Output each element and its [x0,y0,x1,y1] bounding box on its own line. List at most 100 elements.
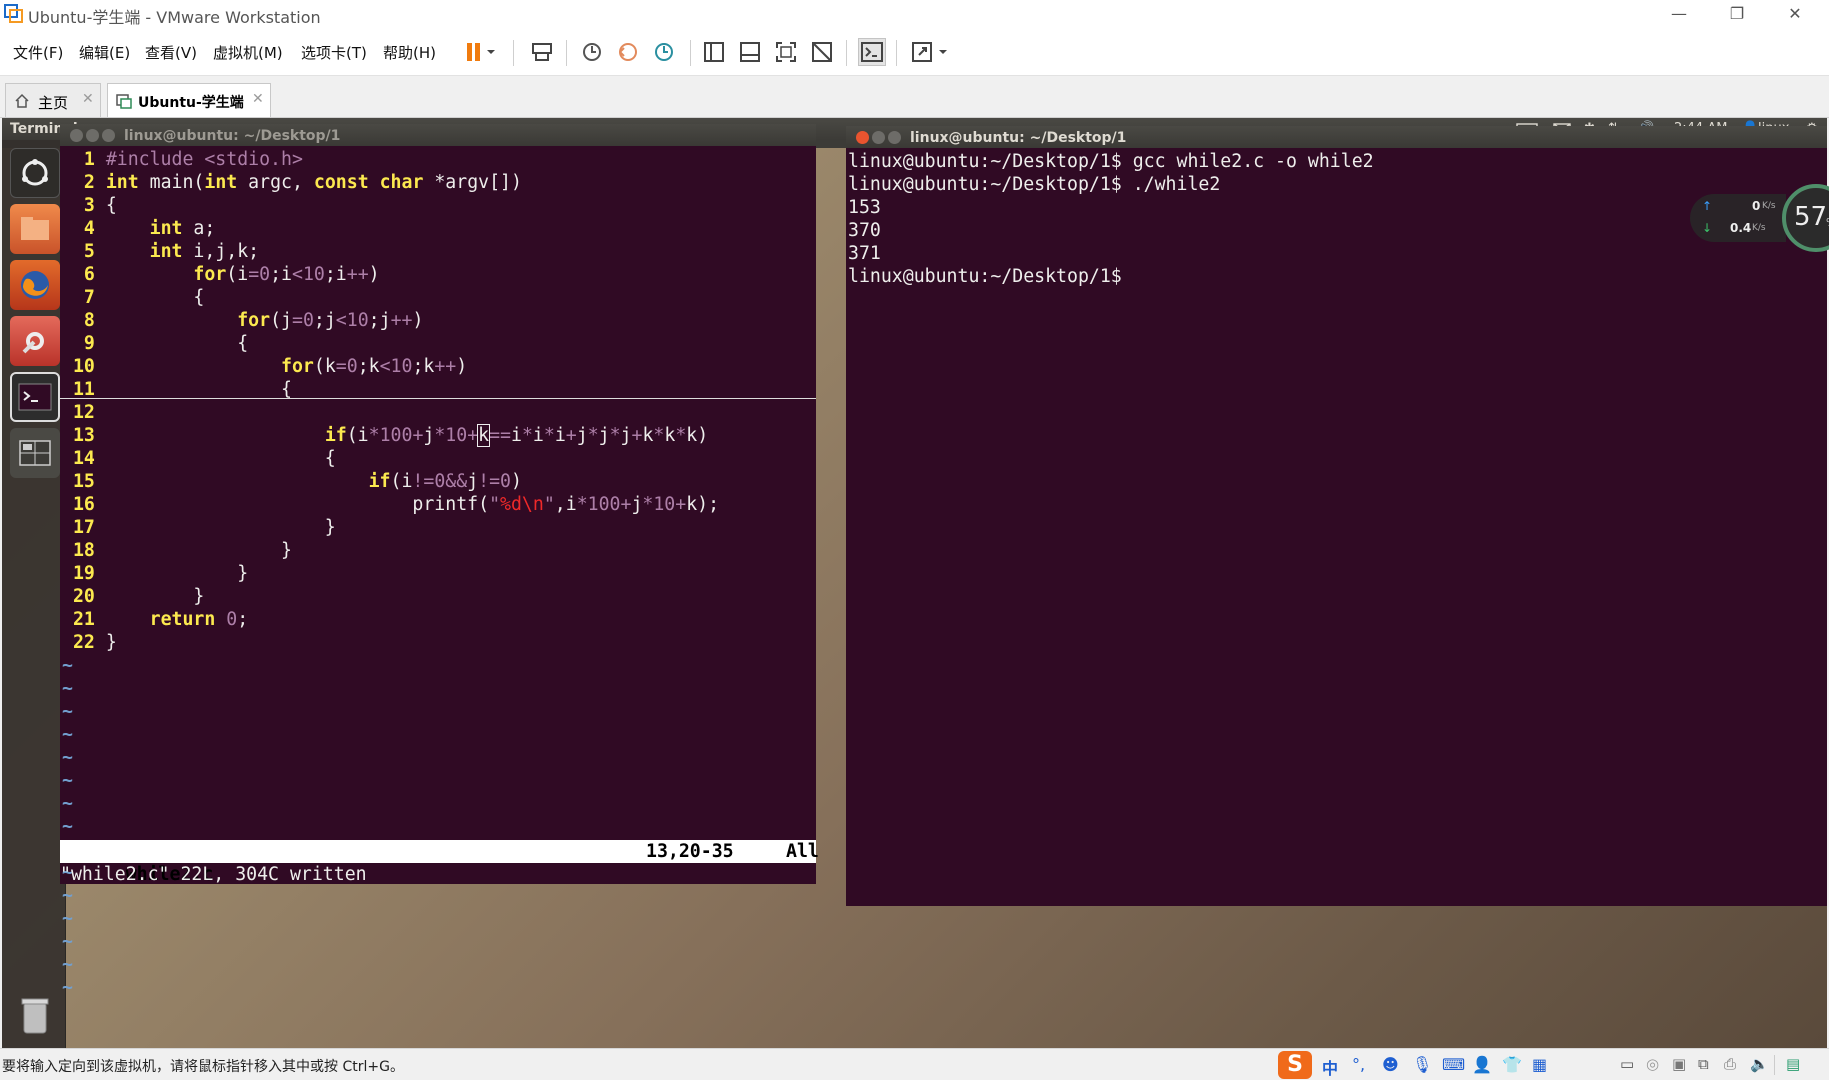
minimize-button[interactable]: — [1656,0,1702,28]
minimize-icon[interactable] [86,129,99,142]
cd-dvd-icon[interactable]: ◎ [1646,1055,1666,1075]
thumbnail-bar-icon[interactable] [736,38,764,66]
maximize-icon[interactable] [888,131,901,144]
vim-message: "while2.c" 22L, 304C written [60,864,367,885]
stretch-guest-icon[interactable] [908,38,936,66]
send-ctrl-alt-del-icon[interactable] [528,38,556,66]
vmware-status-bar: 要将输入定向到该虚拟机，请将鼠标指针移入其中或按 Ctrl+G。 S 中 °, … [0,1048,1829,1080]
snapshot-icon[interactable] [578,38,606,66]
status-all: All [786,841,819,862]
tab-close-icon[interactable]: ✕ [252,91,264,107]
guest-screen[interactable]: Terminal ✱ ⇅ 🔊 2:44 AM 👤 linux ⚙ [2,118,1827,1048]
soft-keyboard-icon[interactable]: ⌨ [1442,1055,1465,1075]
full-screen-icon[interactable] [772,38,800,66]
download-arrow-icon: ↓ [1702,221,1713,235]
show-library-icon[interactable] [700,38,728,66]
shell-line: linux@ubuntu:~/Desktop/1$ gcc while2.c -… [848,151,1374,172]
shell-line: linux@ubuntu:~/Desktop/1$ [848,266,1122,287]
snapshot-manager-icon[interactable] [650,38,678,66]
status-separator [1774,1055,1775,1075]
terminal-title: linux@ubuntu: ~/Desktop/1 [910,130,1127,146]
vmware-logo-icon [4,4,23,23]
system-settings-icon[interactable] [10,316,60,366]
menu-view[interactable]: 查看(V) [145,42,197,63]
unity-launcher [2,140,66,1048]
shell-output[interactable]: linux@ubuntu:~/Desktop/1$ gcc while2.c -… [848,150,1374,288]
dash-home-icon[interactable] [10,148,60,198]
cursorline [60,398,816,399]
vim-terminal-window[interactable]: linux@ubuntu: ~/Desktop/1 1 #include <st… [60,124,819,998]
menu-tabs[interactable]: 选项卡(T) [301,42,367,63]
toolbar-separator [566,40,567,66]
status-position: 13,20-35 [646,841,734,862]
download-unit: K/s [1752,223,1766,233]
terminal-title: linux@ubuntu: ~/Desktop/1 [124,128,341,144]
shell-line: 371 [848,243,881,264]
chevron-down-icon[interactable] [936,38,950,66]
menu-help[interactable]: 帮助(H) [383,42,436,63]
vim-statusline: while2.c 13,20-35 All [60,840,819,885]
menu-toolbar: 文件(F) 编辑(E) 查看(V) 虚拟机(M) 选项卡(T) 帮助(H) [0,28,1829,76]
window-title: Ubuntu-学生端 - VMware Workstation [28,8,321,27]
close-button[interactable]: ✕ [1772,0,1818,28]
toolbar-separator [896,40,897,66]
sound-card-icon[interactable]: 🔈 [1750,1055,1770,1075]
skin-icon[interactable]: 👕 [1502,1055,1522,1075]
chevron-down-icon[interactable] [484,38,498,66]
sogou-ime-icon[interactable]: S [1278,1051,1312,1079]
usage-ring[interactable]: 57 % [1782,184,1829,252]
punctuation-icon[interactable]: °, [1352,1055,1372,1075]
toolbox-icon[interactable]: ▦ [1532,1055,1552,1075]
shell-line: 370 [848,220,881,241]
emoji-icon[interactable]: ☻ [1382,1055,1402,1075]
shell-line: linux@ubuntu:~/Desktop/1$ ./while2 [848,174,1221,195]
menu-vm[interactable]: 虚拟机(M) [213,42,283,63]
files-icon[interactable] [10,204,60,254]
tab-home-label: 主页 [38,94,69,112]
hard-disk-icon[interactable]: ▭ [1620,1055,1640,1075]
title-bar: Ubuntu-学生端 - VMware Workstation — ❐ ✕ [0,0,1829,28]
status-message: 要将输入定向到该虚拟机，请将鼠标指针移入其中或按 Ctrl+G。 [2,1059,404,1075]
unity-mode-icon[interactable] [808,38,836,66]
console-view-icon[interactable] [858,38,886,66]
message-log-icon[interactable]: ▤ [1786,1055,1806,1075]
network-adapter-icon[interactable]: ⧉ [1698,1055,1718,1075]
tab-bar: 主页 ✕ Ubuntu-学生端 ✕ [0,77,1829,118]
network-speed-widget[interactable]: ↑ 0 K/s ↓ 0.4 K/s 57 % [1690,180,1829,252]
tab-ubuntu[interactable]: Ubuntu-学生端 ✕ [107,83,271,117]
minimize-icon[interactable] [872,131,885,144]
shell-terminal-window[interactable]: linux@ubuntu: ~/Desktop/1 linux@ubuntu:~… [846,126,1827,906]
tab-ubuntu-label: Ubuntu-学生端 [138,95,244,111]
menu-file[interactable]: 文件(F) [13,42,63,63]
home-icon [15,93,29,108]
microphone-icon[interactable]: 🎙 [1412,1055,1432,1075]
close-icon[interactable] [70,129,83,142]
workspace-switcher-icon[interactable] [10,428,60,478]
account-icon[interactable]: 👤 [1472,1055,1492,1075]
printer-icon[interactable]: ⎙ [1724,1055,1744,1075]
tab-home[interactable]: 主页 ✕ [5,83,101,117]
floppy-icon[interactable]: ▣ [1672,1055,1692,1075]
download-speed: 0.4 [1730,221,1752,235]
upload-speed: 0 [1752,199,1761,213]
menu-edit[interactable]: 编辑(E) [79,42,130,63]
upload-unit: K/s [1762,201,1776,211]
speed-panel: ↑ 0 K/s ↓ 0.4 K/s [1690,194,1786,242]
vm-icon [116,94,132,109]
firefox-icon[interactable] [10,260,60,310]
tab-close-icon[interactable]: ✕ [82,91,94,107]
toolbar-separator [690,40,691,66]
maximize-icon[interactable] [102,129,115,142]
trash-icon[interactable] [10,990,60,1040]
shell-line: 153 [848,197,881,218]
restore-button[interactable]: ❐ [1714,0,1760,28]
terminal-titlebar: linux@ubuntu: ~/Desktop/1 [846,126,1827,148]
toolbar-separator [846,40,847,66]
usage-percent: 57 [1794,202,1828,232]
toolbar-separator [513,40,514,66]
ime-mode[interactable]: 中 [1322,1055,1342,1078]
revert-snapshot-icon[interactable] [614,38,642,66]
close-icon[interactable] [856,131,869,144]
terminal-icon[interactable] [10,372,60,422]
upload-arrow-icon: ↑ [1702,199,1713,213]
